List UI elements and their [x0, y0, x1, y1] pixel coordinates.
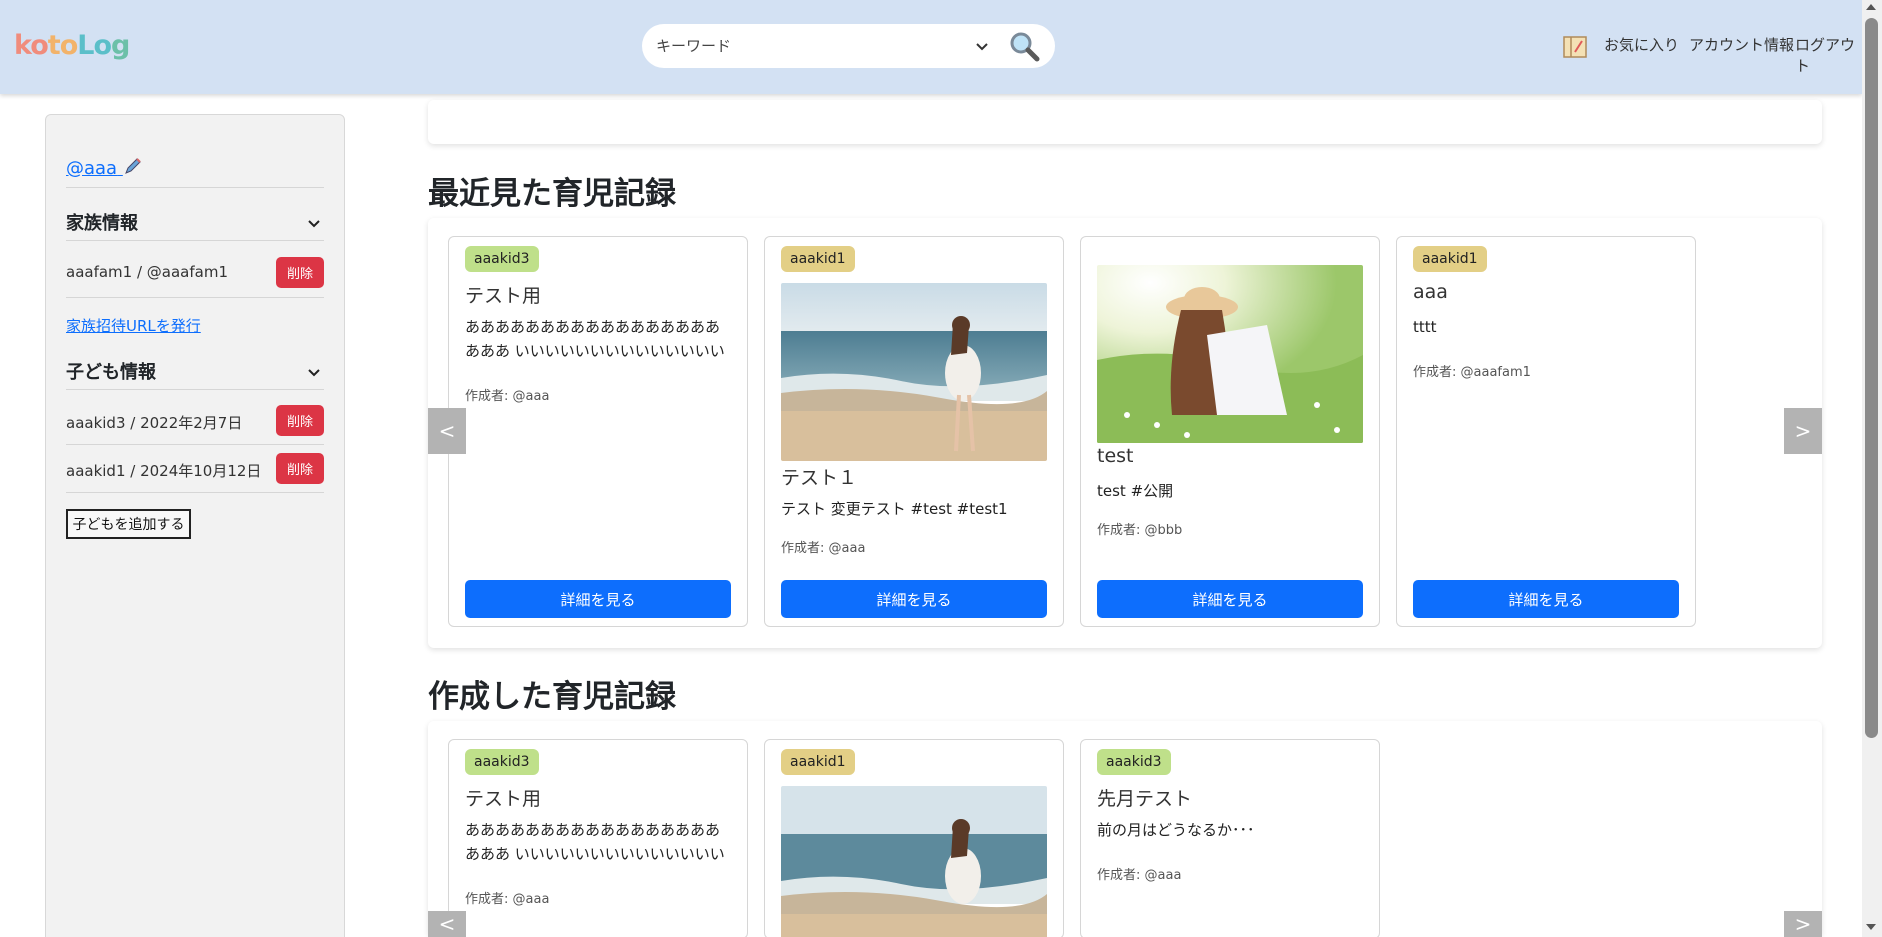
search-input[interactable] [656, 32, 956, 60]
carousel-next-button[interactable]: > [1784, 408, 1822, 454]
child-badge: aaakid1 [781, 246, 855, 272]
card-title: test [1097, 445, 1134, 467]
child-badge: aaakid3 [465, 749, 539, 775]
notebook-icon[interactable] [1563, 36, 1587, 58]
card-description: 前の月はどうなるか･･･ [1097, 821, 1255, 839]
divider [66, 187, 324, 188]
card-author: 作成者: @aaafam1 [1413, 365, 1531, 380]
record-card: aaakid1 [764, 739, 1064, 937]
meadow-photo [1097, 265, 1363, 443]
card-title: 先月テスト [1097, 788, 1193, 810]
card-title: aaa [1413, 281, 1448, 303]
divider [66, 297, 324, 298]
logo-part: ko [14, 30, 49, 61]
child-badge: aaakid3 [465, 246, 539, 272]
card-title: テスト１ [781, 467, 858, 489]
scrollbar-thumb[interactable] [1865, 18, 1878, 738]
divider [66, 492, 324, 493]
divider [66, 389, 324, 390]
created-records-title: 作成した育児記録 [428, 679, 676, 715]
delete-child-button[interactable]: 削除 [276, 453, 324, 484]
nav-logout[interactable]: ログアウト [1795, 34, 1862, 76]
card-title: テスト用 [465, 285, 542, 307]
record-card: aaakid3 テスト用 ああああああああああああああああああああ いいいいいい… [448, 236, 748, 627]
add-child-button[interactable]: 子どもを追加する [66, 509, 191, 539]
kotolog-logo[interactable]: kotoLog [14, 30, 130, 61]
scroll-down-arrow-icon[interactable] [1866, 924, 1876, 930]
scroll-up-arrow-icon[interactable] [1866, 4, 1876, 10]
card-description: テスト 変更テスト #test #test1 [781, 500, 1008, 518]
created-records-carousel: aaakid3 テスト用 ああああああああああああああああああああ いいいいいい… [428, 721, 1822, 937]
logo-part: g [111, 30, 130, 61]
delete-family-member-button[interactable]: 削除 [276, 257, 324, 288]
family-invite-url-link[interactable]: 家族招待URLを発行 [66, 315, 201, 336]
family-info-heading[interactable]: 家族情報 [66, 209, 138, 235]
recent-records-title: 最近見た育児記録 [428, 176, 676, 212]
card-title: テスト用 [465, 788, 542, 810]
view-details-button[interactable]: 詳細を見る [1097, 580, 1363, 618]
beach-photo [781, 283, 1047, 461]
carousel-prev-button[interactable]: < [428, 911, 466, 937]
card-description: test #公開 [1097, 482, 1174, 500]
profile-username-link[interactable]: @aaa [66, 156, 143, 179]
child-badge: aaakid1 [781, 749, 855, 775]
top-header: kotoLog お気に入り アカウント情報 ログアウト [0, 0, 1862, 94]
chevron-down-icon[interactable] [306, 215, 322, 231]
view-details-button[interactable]: 詳細を見る [781, 580, 1047, 618]
carousel-next-button[interactable]: > [1784, 911, 1822, 937]
child-item: aaakid1 / 2024年10月12日 [66, 462, 262, 480]
record-card: aaakid1 aaa tttt 作成者: @aaafam1 詳細を見る [1396, 236, 1696, 627]
top-info-card [428, 100, 1822, 144]
family-member-item: aaafam1 / @aaafam1 [66, 263, 228, 281]
child-badge: aaakid1 [1413, 246, 1487, 272]
pencil-icon [124, 158, 141, 174]
delete-child-button[interactable]: 削除 [276, 405, 324, 436]
beach-photo [781, 786, 1047, 937]
card-description: ああああああああああああああああああああ いいいいいいいいいいいいいいいいいいい… [465, 318, 725, 360]
search-bar [642, 24, 1055, 68]
card-author: 作成者: @bbb [1097, 523, 1183, 538]
record-card: aaakid3 先月テスト 前の月はどうなるか･･･ 作成者: @aaa [1080, 739, 1380, 937]
username-text: @aaa [66, 158, 118, 179]
view-details-button[interactable]: 詳細を見る [1413, 580, 1679, 618]
recent-records-carousel: aaakid3 テスト用 ああああああああああああああああああああ いいいいいい… [428, 218, 1822, 648]
child-badge: aaakid3 [1097, 749, 1171, 775]
logo-part: Lo [77, 30, 112, 61]
card-author: 作成者: @aaa [465, 892, 550, 907]
chevron-down-icon[interactable] [972, 36, 992, 56]
card-author: 作成者: @aaa [1097, 868, 1182, 883]
nav-favorites[interactable]: お気に入り [1604, 34, 1679, 55]
view-details-button[interactable]: 詳細を見る [465, 580, 731, 618]
children-info-heading[interactable]: 子ども情報 [66, 358, 156, 384]
card-author: 作成者: @aaa [465, 389, 550, 404]
search-button[interactable] [1002, 28, 1046, 64]
divider [66, 444, 324, 445]
record-card: test test #公開 作成者: @bbb 詳細を見る [1080, 236, 1380, 627]
record-card: aaakid1 [764, 236, 1064, 627]
card-description: tttt [1413, 318, 1437, 336]
nav-account-info[interactable]: アカウント情報 [1689, 34, 1794, 55]
logo-part: to [47, 30, 78, 61]
card-author: 作成者: @aaa [781, 541, 866, 556]
card-description: ああああああああああああああああああああ いいいいいいいいいいいいいいいいいいい… [465, 821, 725, 863]
record-card: aaakid3 テスト用 ああああああああああああああああああああ いいいいいい… [448, 739, 748, 937]
carousel-prev-button[interactable]: < [428, 408, 466, 454]
search-icon [1010, 32, 1040, 62]
divider [66, 240, 324, 241]
chevron-down-icon[interactable] [306, 364, 322, 380]
child-item: aaakid3 / 2022年2月7日 [66, 414, 243, 432]
